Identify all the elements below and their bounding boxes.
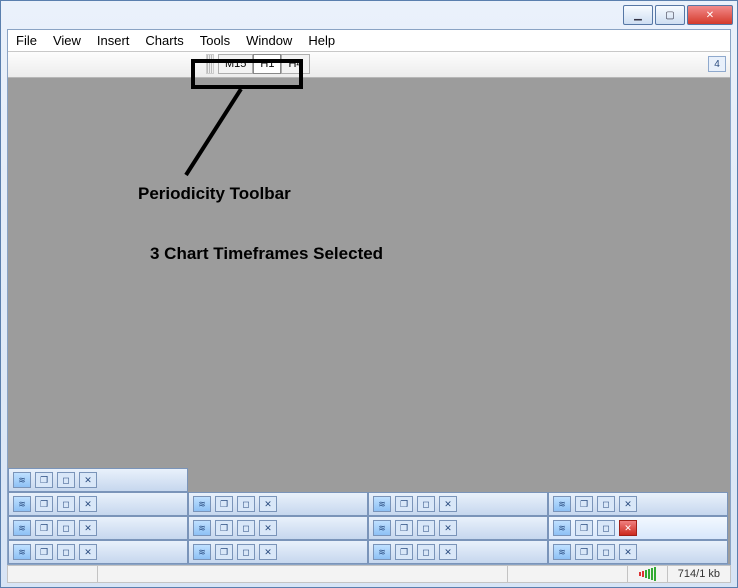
menu-tools[interactable]: Tools [200, 33, 230, 48]
titlebar: ▁ ▢ ✕ [1, 1, 737, 29]
chart-icon: ≋ [193, 520, 211, 536]
restore-icon[interactable]: ❐ [35, 472, 53, 488]
minimized-chart-window[interactable]: ≋ ❐ ◻ ✕ [8, 540, 188, 564]
minimize-icon: ▁ [634, 10, 642, 21]
toolbar-right-badge[interactable]: 4 [708, 56, 726, 72]
maximize-icon[interactable]: ◻ [597, 520, 615, 536]
window-maximize-button[interactable]: ▢ [655, 5, 685, 25]
restore-icon[interactable]: ❐ [35, 544, 53, 560]
chart-icon: ≋ [373, 496, 391, 512]
close-icon[interactable]: ✕ [619, 520, 637, 536]
maximize-icon[interactable]: ◻ [57, 520, 75, 536]
close-icon[interactable]: ✕ [79, 520, 97, 536]
toolbar-grip-icon[interactable] [206, 54, 214, 74]
minimized-chart-window[interactable]: ≋ ❐ ◻ ✕ [188, 516, 368, 540]
close-icon: ✕ [706, 10, 714, 21]
chart-icon: ≋ [373, 520, 391, 536]
restore-icon[interactable]: ❐ [215, 544, 233, 560]
menu-window[interactable]: Window [246, 33, 292, 48]
close-icon[interactable]: ✕ [79, 472, 97, 488]
minimized-chart-window[interactable]: ≋ ❐ ◻ ✕ [8, 516, 188, 540]
chart-icon: ≋ [13, 472, 31, 488]
restore-icon[interactable]: ❐ [575, 544, 593, 560]
minimized-chart-window[interactable]: ≋ ❐ ◻ ✕ [548, 492, 728, 516]
maximize-icon[interactable]: ◻ [237, 520, 255, 536]
menu-file[interactable]: File [16, 33, 37, 48]
maximize-icon[interactable]: ◻ [237, 544, 255, 560]
menu-view[interactable]: View [53, 33, 81, 48]
status-kb: 714/1 kb [668, 568, 730, 580]
minimized-chart-window[interactable]: ≋ ❐ ◻ ✕ [8, 468, 188, 492]
minimized-chart-window[interactable]: ≋ ❐ ◻ ✕ [368, 492, 548, 516]
annotation-title: Periodicity Toolbar [138, 184, 291, 204]
statusbar: 714/1 kb [7, 565, 731, 583]
maximize-icon[interactable]: ◻ [597, 496, 615, 512]
annotation-subtitle: 3 Chart Timeframes Selected [150, 244, 383, 264]
close-icon[interactable]: ✕ [619, 496, 637, 512]
restore-icon[interactable]: ❐ [575, 520, 593, 536]
close-icon[interactable]: ✕ [259, 544, 277, 560]
restore-icon[interactable]: ❐ [215, 496, 233, 512]
toolbar: M15 H1 H4 4 [8, 52, 730, 78]
window-close-button[interactable]: ✕ [687, 5, 733, 25]
chart-icon: ≋ [553, 544, 571, 560]
periodicity-toolbar: M15 H1 H4 [206, 54, 310, 74]
maximize-icon[interactable]: ◻ [597, 544, 615, 560]
maximize-icon[interactable]: ◻ [417, 520, 435, 536]
period-btn-0[interactable]: M15 [218, 54, 253, 74]
menubar: File View Insert Charts Tools Window Hel… [8, 30, 730, 52]
status-seg-2 [98, 566, 508, 582]
minimized-chart-window[interactable]: ≋ ❐ ◻ ✕ [188, 492, 368, 516]
chart-icon: ≋ [193, 544, 211, 560]
close-icon[interactable]: ✕ [619, 544, 637, 560]
chart-icon: ≋ [373, 544, 391, 560]
minimized-windows-area: ≋ ❐ ◻ ✕ ≋ ❐ ◻ ✕ ≋ ❐ [8, 468, 730, 564]
connection-bars-icon [628, 566, 668, 582]
chart-icon: ≋ [13, 544, 31, 560]
close-icon[interactable]: ✕ [79, 496, 97, 512]
app-window: ▁ ▢ ✕ File View Insert Charts Tools Wind… [0, 0, 738, 588]
minimized-chart-window[interactable]: ≋ ❐ ◻ ✕ [548, 540, 728, 564]
close-icon[interactable]: ✕ [439, 520, 457, 536]
window-minimize-button[interactable]: ▁ [623, 5, 653, 25]
client-area: File View Insert Charts Tools Window Hel… [7, 29, 731, 565]
chart-icon: ≋ [13, 496, 31, 512]
maximize-icon[interactable]: ◻ [417, 496, 435, 512]
maximize-icon[interactable]: ◻ [417, 544, 435, 560]
minimized-chart-window[interactable]: ≋ ❐ ◻ ✕ [188, 540, 368, 564]
restore-icon[interactable]: ❐ [35, 520, 53, 536]
maximize-icon[interactable]: ◻ [57, 544, 75, 560]
chart-icon: ≋ [193, 496, 211, 512]
minimized-chart-window[interactable]: ≋ ❐ ◻ ✕ [8, 492, 188, 516]
mdi-workspace: Periodicity Toolbar 3 Chart Timeframes S… [8, 78, 730, 564]
period-btn-1[interactable]: H1 [253, 54, 281, 74]
chart-icon: ≋ [553, 520, 571, 536]
restore-icon[interactable]: ❐ [395, 496, 413, 512]
minimized-chart-window[interactable]: ≋ ❐ ◻ ✕ [368, 540, 548, 564]
restore-icon[interactable]: ❐ [395, 520, 413, 536]
close-icon[interactable]: ✕ [79, 544, 97, 560]
menu-charts[interactable]: Charts [145, 33, 183, 48]
minimized-chart-window[interactable]: ≋ ❐ ◻ ✕ [368, 516, 548, 540]
close-icon[interactable]: ✕ [439, 496, 457, 512]
chart-icon: ≋ [13, 520, 31, 536]
maximize-icon: ▢ [665, 10, 674, 21]
close-icon[interactable]: ✕ [259, 520, 277, 536]
menu-insert[interactable]: Insert [97, 33, 130, 48]
period-btn-2[interactable]: H4 [281, 54, 309, 74]
menu-help[interactable]: Help [308, 33, 335, 48]
restore-icon[interactable]: ❐ [395, 544, 413, 560]
maximize-icon[interactable]: ◻ [237, 496, 255, 512]
restore-icon[interactable]: ❐ [215, 520, 233, 536]
status-seg-1 [8, 566, 98, 582]
close-icon[interactable]: ✕ [439, 544, 457, 560]
maximize-icon[interactable]: ◻ [57, 472, 75, 488]
maximize-icon[interactable]: ◻ [57, 496, 75, 512]
restore-icon[interactable]: ❐ [575, 496, 593, 512]
status-seg-3 [508, 566, 628, 582]
close-icon[interactable]: ✕ [259, 496, 277, 512]
minimized-chart-window-active[interactable]: ≋ ❐ ◻ ✕ [548, 516, 728, 540]
restore-icon[interactable]: ❐ [35, 496, 53, 512]
chart-icon: ≋ [553, 496, 571, 512]
